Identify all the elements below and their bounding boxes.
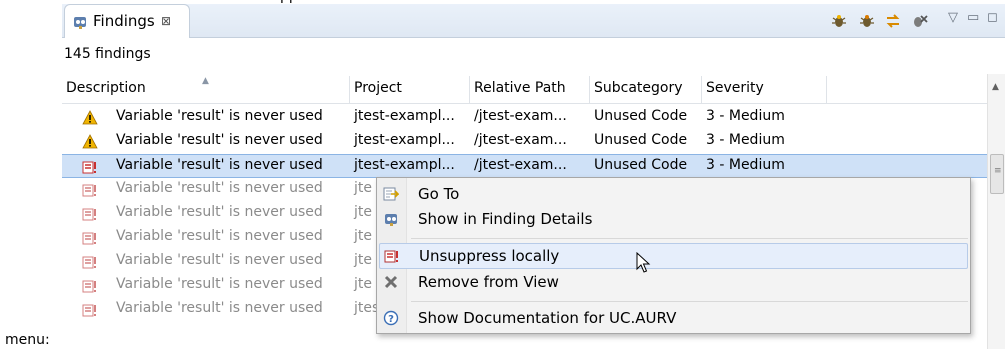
menu-separator	[411, 301, 968, 302]
table-row[interactable]: Variable 'result' is never used jtest-exa…	[62, 130, 987, 154]
description-cell: Variable 'result' is never used	[116, 204, 323, 220]
subcategory-cell: Unused Code	[594, 157, 688, 173]
project-cell: jte	[354, 228, 372, 244]
column-header-relative-path[interactable]: Relative Path	[470, 76, 590, 104]
suppressed-icon	[82, 161, 96, 174]
column-header-description[interactable]: Description ▲	[62, 76, 350, 104]
table-row[interactable]: Variable 'result' is never used jtest-exa…	[62, 154, 987, 178]
description-cell: Variable 'result' is never used	[116, 276, 323, 292]
tab-title: Findings	[93, 12, 155, 30]
view-menu-icon[interactable]: ▽	[948, 10, 958, 25]
context-menu: Go To Show in Finding Details Unsuppress…	[376, 177, 971, 334]
column-header-subcategory[interactable]: Subcategory	[590, 76, 702, 104]
severity-cell: 3 - Medium	[706, 132, 785, 148]
bug-filter-icon[interactable]	[830, 13, 848, 29]
suppressed-icon	[82, 256, 96, 269]
menu-item-show-documentation[interactable]: ? Show Documentation for UC.AURV	[379, 306, 968, 332]
mouse-pointer-icon	[636, 252, 651, 273]
description-cell: Variable 'result' is never used	[116, 157, 323, 173]
sort-ascending-icon: ▲	[202, 76, 209, 86]
findings-count: 145 findings	[64, 46, 151, 62]
maximize-icon[interactable]: ◻	[987, 10, 998, 25]
menu-item-label: Show in Finding Details	[418, 210, 593, 228]
menu-item-unsuppress-locally[interactable]: Unsuppress locally	[379, 243, 968, 269]
suppressed-icon	[82, 208, 96, 221]
scroll-up-icon[interactable]: ▲	[992, 82, 999, 92]
table-row[interactable]: Variable 'result' is never used jtest-exa…	[62, 106, 987, 130]
menu-item-label: Show Documentation for UC.AURV	[418, 309, 677, 327]
warning-icon	[82, 134, 98, 149]
vertical-scrollbar[interactable]: ▲ ≡	[987, 74, 1005, 349]
svg-text:?: ?	[388, 314, 394, 325]
suppressed-icon	[82, 280, 96, 293]
tab-findings[interactable]: Findings ⊠	[64, 4, 190, 38]
remove-all-icon[interactable]	[910, 13, 928, 29]
description-cell: Variable 'result' is never used	[116, 180, 323, 196]
grip-icon: ≡	[994, 166, 1002, 176]
project-cell: jtest-exampl...	[354, 108, 455, 124]
view-tab-bar: Findings ⊠ ▽ ▭ ◻	[62, 4, 1005, 38]
project-cell: jte	[354, 252, 372, 268]
unsuppress-icon	[384, 250, 398, 263]
project-cell: jtest-exampl...	[354, 132, 455, 148]
menu-separator	[411, 238, 968, 239]
project-cell: jtest-exampl...	[354, 157, 455, 173]
description-cell: Variable 'result' is never used	[116, 132, 323, 148]
menu-item-label: Unsuppress locally	[419, 247, 560, 265]
subcategory-cell: Unused Code	[594, 132, 688, 148]
goto-icon	[383, 187, 399, 201]
suppressed-icon	[82, 232, 96, 245]
help-icon: ?	[383, 310, 399, 326]
menu-item-show-in-finding-details[interactable]: Show in Finding Details	[379, 207, 968, 233]
path-cell: /jtest-exam...	[474, 132, 567, 148]
severity-cell: 3 - Medium	[706, 157, 785, 173]
menu-item-label: Go To	[418, 185, 460, 203]
suppressed-icon	[82, 184, 96, 197]
close-icon[interactable]: ⊠	[161, 14, 171, 28]
severity-cell: 3 - Medium	[706, 108, 785, 124]
table-header: Description ▲ Project Relative Path Subc…	[62, 76, 987, 104]
warning-icon	[82, 110, 98, 125]
path-cell: /jtest-exam...	[474, 108, 567, 124]
sync-icon[interactable]	[884, 13, 902, 29]
column-header-severity[interactable]: Severity	[702, 76, 827, 104]
menu-item-go-to[interactable]: Go To	[379, 182, 968, 208]
description-cell: Variable 'result' is never used	[116, 252, 323, 268]
suppressed-icon	[82, 304, 96, 317]
remove-icon	[384, 275, 398, 289]
menu-item-remove-from-view[interactable]: Remove from View	[379, 270, 968, 296]
project-cell: jte	[354, 180, 372, 196]
menu-caption: menu:	[5, 332, 50, 348]
minimize-icon[interactable]: ▭	[967, 10, 979, 25]
path-cell: /jtest-exam...	[474, 157, 567, 173]
findings-icon	[74, 17, 86, 29]
description-cell: Variable 'result' is never used	[116, 228, 323, 244]
subcategory-cell: Unused Code	[594, 108, 688, 124]
project-cell: jte	[354, 276, 372, 292]
description-cell: Variable 'result' is never used	[116, 300, 323, 316]
menu-item-label: Remove from View	[418, 273, 559, 291]
project-cell: jte	[354, 204, 372, 220]
bug-icon[interactable]	[858, 13, 876, 29]
finding-details-icon	[385, 214, 397, 226]
column-header-project[interactable]: Project	[350, 76, 470, 104]
description-cell: Variable 'result' is never used	[116, 108, 323, 124]
scrollbar-thumb[interactable]: ≡	[990, 154, 1004, 194]
